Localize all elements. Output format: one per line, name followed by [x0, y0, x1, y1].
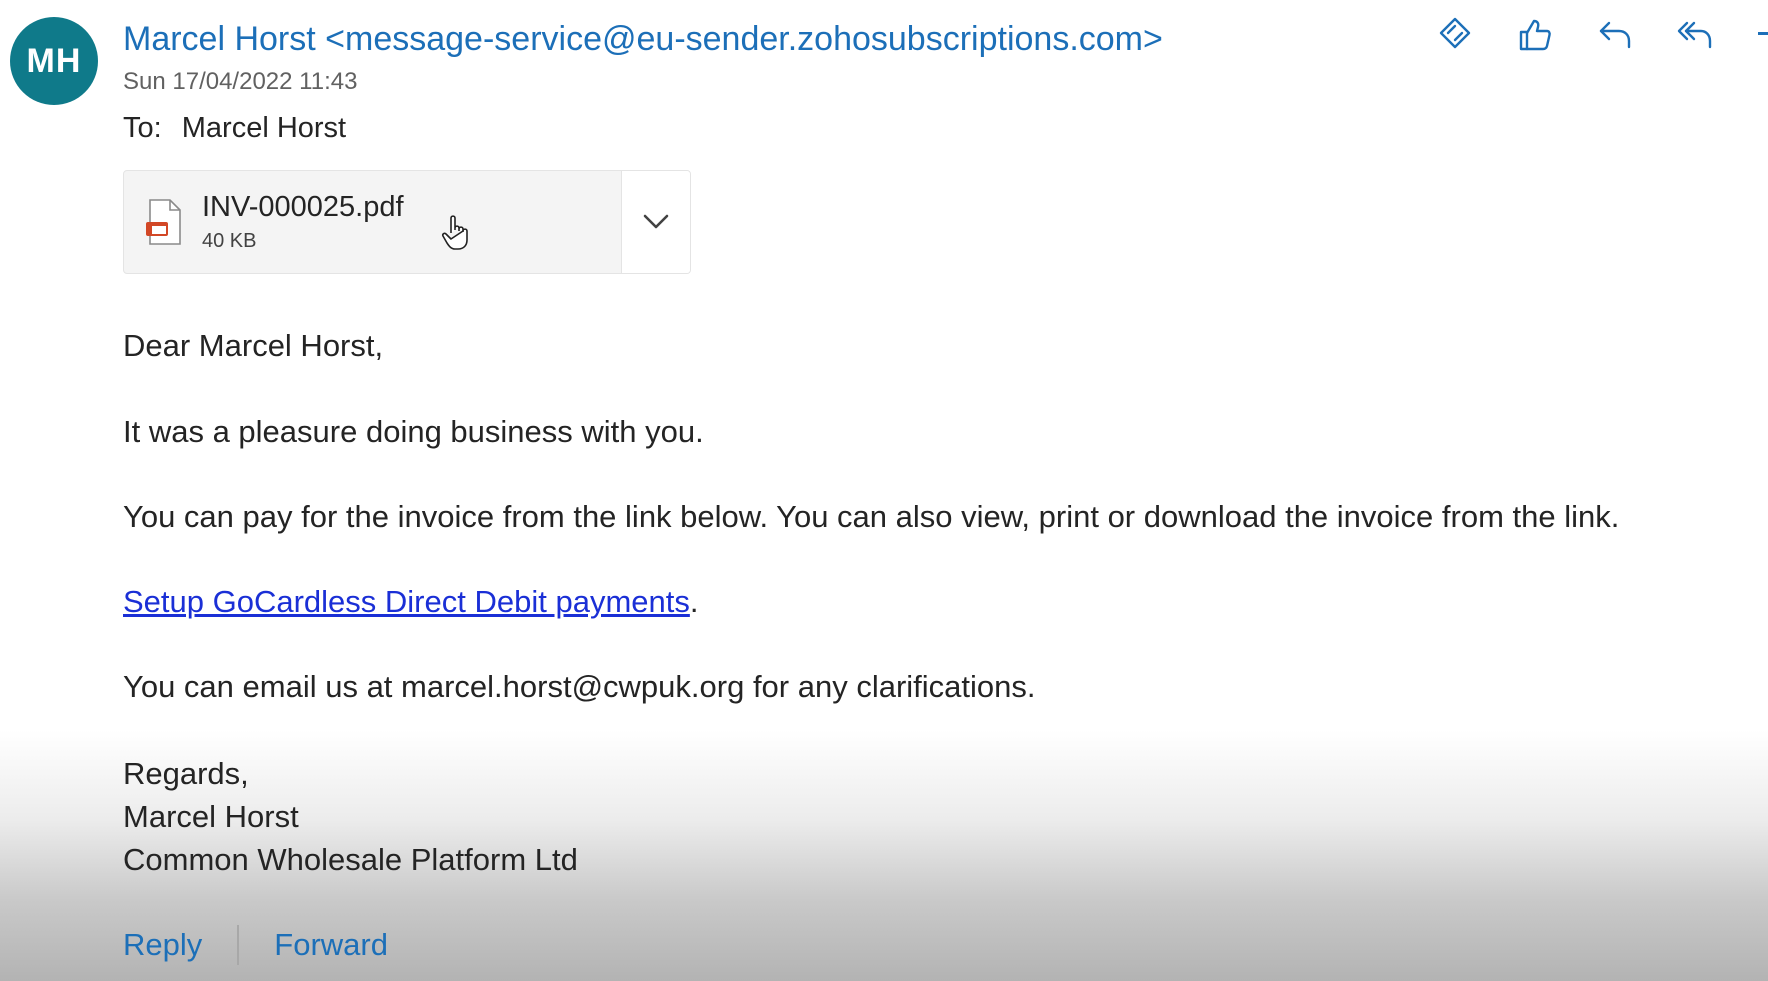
- signature-name: Marcel Horst: [123, 799, 299, 834]
- sender-header: Marcel Horst <message-service@eu-sender.…: [123, 20, 1163, 59]
- forward-button[interactable]: Forward: [274, 927, 388, 963]
- signature-company: Common Wholesale Platform Ltd: [123, 842, 578, 877]
- attachment-menu-button[interactable]: [621, 171, 690, 273]
- hand-cursor-icon: [441, 215, 468, 250]
- link-suffix: .: [689, 584, 699, 619]
- attachment-open[interactable]: INV-000025.pdf 40 KB: [124, 171, 621, 273]
- attachment-card[interactable]: INV-000025.pdf 40 KB: [123, 170, 691, 274]
- chevron-down-icon: [643, 214, 669, 229]
- thumbs-up-icon[interactable]: [1510, 10, 1560, 60]
- more-actions-edge[interactable]: [1758, 32, 1768, 35]
- signature-block: Regards, Marcel Horst Common Wholesale P…: [123, 752, 578, 881]
- greeting: Dear Marcel Horst,: [123, 328, 384, 363]
- sender-email[interactable]: <message-service@eu-sender.zohosubscript…: [325, 20, 1163, 58]
- gocardless-payment-link[interactable]: Setup GoCardless Direct Debit payments: [123, 584, 690, 619]
- body-line-3: You can email us at marcel.horst@cwpuk.o…: [123, 669, 1036, 704]
- sent-date: Sun 17/04/2022 11:43: [123, 68, 358, 95]
- signoff: Regards,: [123, 756, 249, 791]
- pdf-file-icon: [146, 199, 181, 245]
- recipient-name[interactable]: Marcel Horst: [182, 112, 346, 144]
- recipient-line: To: Marcel Horst: [123, 112, 346, 145]
- message-toolbar: [1430, 10, 1720, 60]
- reply-button[interactable]: Reply: [123, 927, 202, 963]
- attachment-file-size: 40 KB: [202, 230, 257, 252]
- immersive-reader-icon[interactable]: [1430, 10, 1480, 60]
- body-line-2: You can pay for the invoice from the lin…: [123, 499, 1620, 534]
- email-reading-pane: MH Marcel Horst <message-service@eu-send…: [0, 0, 1768, 981]
- footer-actions: Reply Forward: [123, 925, 388, 965]
- attachment-file-name: INV-000025.pdf: [202, 191, 404, 223]
- avatar[interactable]: MH: [10, 17, 98, 105]
- to-label: To:: [123, 112, 162, 144]
- footer-divider: [237, 925, 240, 965]
- reply-icon[interactable]: [1590, 10, 1640, 60]
- reply-all-icon[interactable]: [1670, 10, 1720, 60]
- payment-link-line: Setup GoCardless Direct Debit payments.: [123, 584, 698, 620]
- body-line-1: It was a pleasure doing business with yo…: [123, 414, 704, 449]
- sender-name[interactable]: Marcel Horst: [123, 20, 316, 58]
